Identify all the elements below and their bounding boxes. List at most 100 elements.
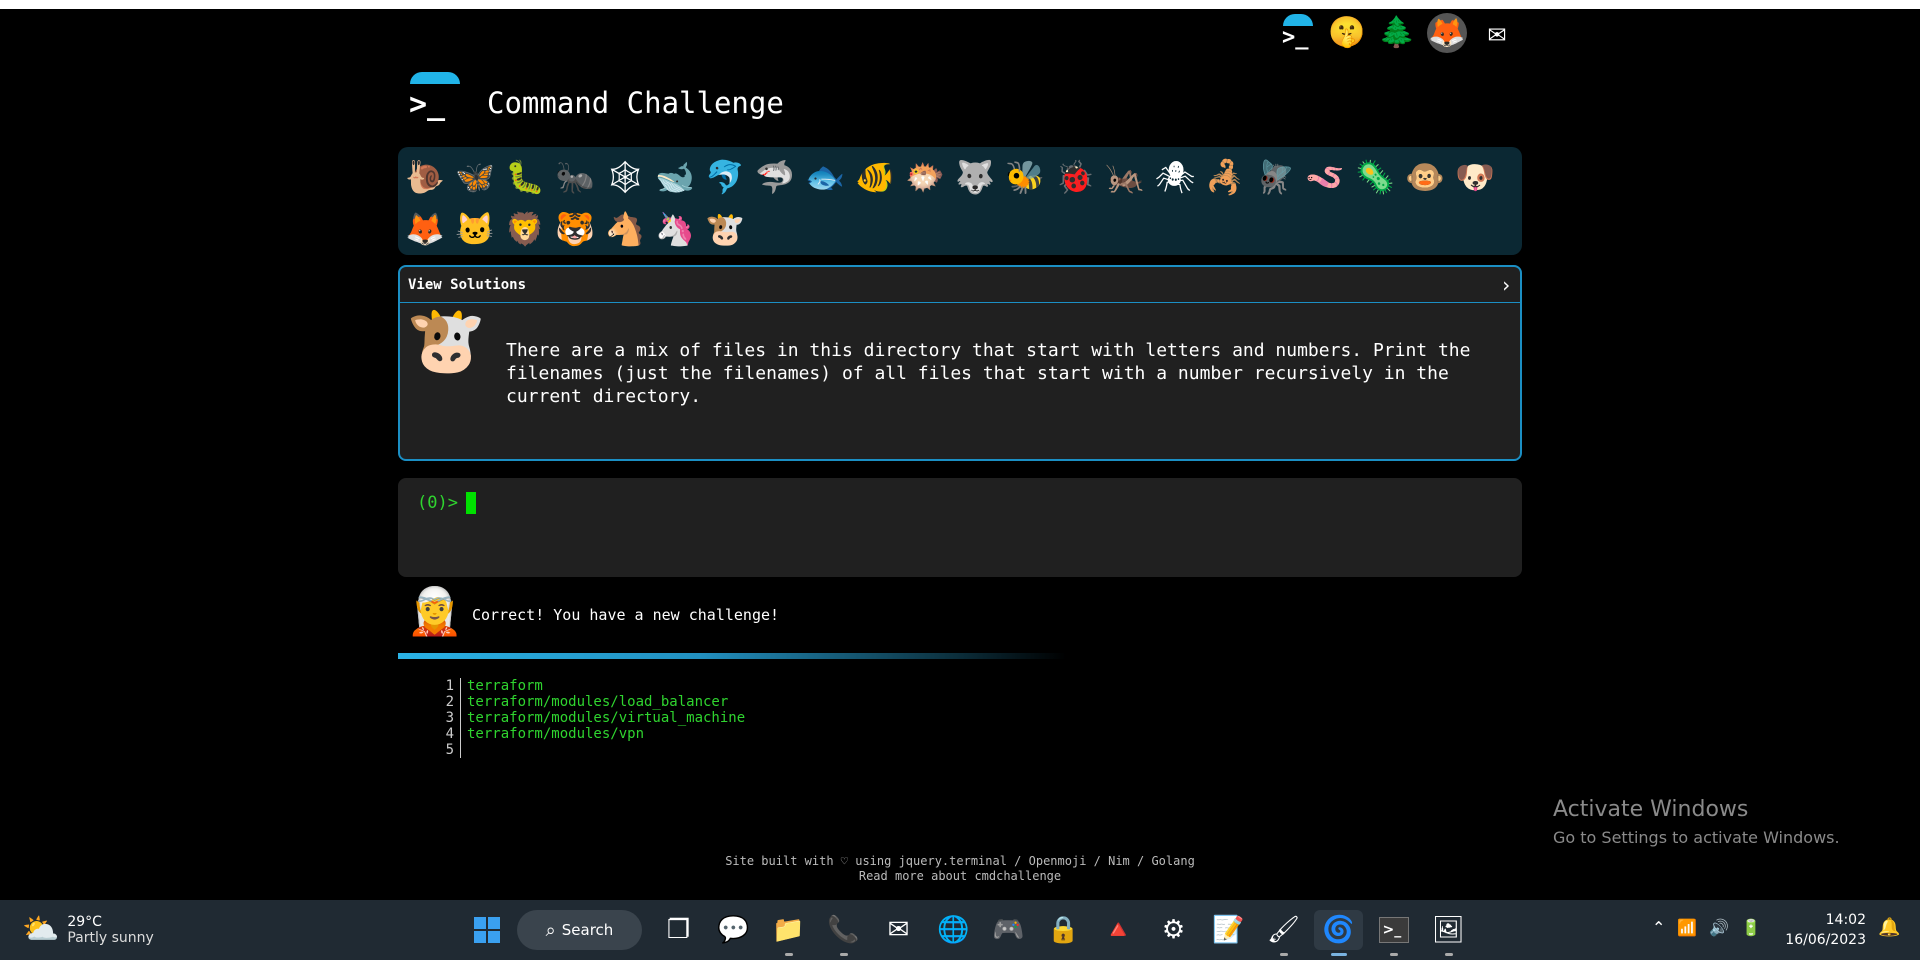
footer-credits[interactable]: Site built with ♡ using jquery.terminal … bbox=[660, 854, 1260, 869]
scorpion-icon[interactable]: 🦂 bbox=[1200, 151, 1250, 203]
running-indicator bbox=[1390, 953, 1398, 956]
output-line: 1 terraform bbox=[430, 678, 745, 694]
mail-app-button[interactable]: ✉ bbox=[874, 910, 923, 950]
mail-app-icon: ✉ bbox=[887, 915, 910, 945]
view-solutions-header[interactable]: View Solutions › bbox=[400, 267, 1520, 303]
terminal-app-button[interactable]: >_ bbox=[1369, 910, 1418, 956]
site-logo[interactable]: >_ bbox=[407, 72, 461, 124]
line-number: 3 bbox=[430, 710, 461, 726]
windows-logo-icon bbox=[473, 917, 500, 943]
cow-icon[interactable]: 🐮 bbox=[700, 203, 750, 255]
top-icon-bar: >_ 🤫 🌲 🦊 ✉ bbox=[1277, 13, 1517, 53]
weather-temp: 29°C bbox=[67, 913, 102, 930]
search-icon: ⌕ bbox=[545, 919, 556, 941]
monkey-icon[interactable]: 🐵 bbox=[1400, 151, 1450, 203]
tiger-icon[interactable]: 🐯 bbox=[550, 203, 600, 255]
terminal-prompt-icon: >_ bbox=[409, 87, 446, 122]
wifi-icon[interactable]: 📶 bbox=[1677, 918, 1697, 937]
notepad-button[interactable]: 📝 bbox=[1204, 910, 1253, 950]
edge-browser-button[interactable]: 🌀 bbox=[1314, 910, 1363, 956]
butterfly-icon[interactable]: 🦋 bbox=[450, 151, 500, 203]
chevron-right-icon[interactable]: › bbox=[1500, 273, 1512, 297]
fish-icon[interactable]: 🐟 bbox=[800, 151, 850, 203]
view-solutions-label: View Solutions bbox=[408, 276, 527, 293]
snail-icon[interactable]: 🐌 bbox=[400, 151, 450, 203]
whatsapp-button[interactable]: 📞 bbox=[819, 910, 868, 956]
task-view-icon: ❐ bbox=[666, 915, 691, 945]
caterpillar-icon[interactable]: 🐛 bbox=[500, 151, 550, 203]
clock-date: 16/06/2023 bbox=[1785, 932, 1866, 948]
tropical-fish-icon[interactable]: 🐠 bbox=[850, 151, 900, 203]
taskbar-search-button[interactable]: ⌕ Search bbox=[517, 910, 642, 950]
unicorn-icon[interactable]: 🦄 bbox=[650, 203, 700, 255]
cat-icon[interactable]: 🐱 bbox=[450, 203, 500, 255]
settings-app-button[interactable]: ⚙ bbox=[1149, 910, 1198, 950]
shark-icon[interactable]: 🦈 bbox=[750, 151, 800, 203]
line-number: 2 bbox=[430, 694, 461, 710]
cobweb-icon[interactable]: 🕸 bbox=[600, 151, 650, 203]
taskbar-clock[interactable]: 14:02 16/06/2023 bbox=[1780, 910, 1866, 950]
cricket-icon[interactable]: 🦗 bbox=[1100, 151, 1150, 203]
blowfish-icon[interactable]: 🐡 bbox=[900, 151, 950, 203]
fox-icon[interactable]: 🦊 bbox=[400, 203, 450, 255]
vlc-button[interactable]: 🔺 bbox=[1094, 910, 1143, 950]
paint-icon: 🖌 bbox=[1266, 915, 1300, 945]
terminal-cursor bbox=[466, 492, 476, 514]
progress-bar bbox=[398, 653, 1066, 659]
game-controller-button[interactable]: 🎮 bbox=[984, 910, 1033, 950]
globe-app-button[interactable]: 🌐 bbox=[929, 910, 978, 950]
photos-app-button[interactable]: 🖼 bbox=[1424, 910, 1473, 956]
output-text: terraform bbox=[467, 678, 543, 694]
running-indicator bbox=[785, 953, 793, 956]
output-line: 3 terraform/modules/virtual_machine bbox=[430, 710, 745, 726]
ladybug-icon[interactable]: 🐞 bbox=[1050, 151, 1100, 203]
bee-icon[interactable]: 🐝 bbox=[1000, 151, 1050, 203]
output-text: terraform/modules/vpn bbox=[467, 726, 645, 742]
file-explorer-icon: 📁 bbox=[772, 915, 805, 945]
notification-bell-icon[interactable]: 🔔 bbox=[1878, 917, 1900, 938]
tray-overflow-chevron-icon[interactable]: ⌃ bbox=[1652, 918, 1665, 937]
footer-read-more-link[interactable]: Read more about cmdchallenge bbox=[660, 869, 1260, 884]
horse-icon[interactable]: 🐴 bbox=[600, 203, 650, 255]
microbe-icon[interactable]: 🦠 bbox=[1350, 151, 1400, 203]
photos-app-icon: 🖼 bbox=[1431, 915, 1465, 945]
taskbar-apps: ⌕ Search ❐ 💬 📁 📞 ✉ 🌐 🎮 🔒 🔺 ⚙ 📝 🖌 🌀 >_ 🖼 bbox=[462, 910, 1473, 956]
shushing-face-icon[interactable]: 🤫 bbox=[1327, 13, 1367, 53]
lion-icon[interactable]: 🦁 bbox=[500, 203, 550, 255]
fly-icon[interactable]: 🪰 bbox=[1250, 151, 1300, 203]
password-manager-icon: 🔒 bbox=[1047, 915, 1080, 945]
mail-icon[interactable]: ✉ bbox=[1477, 13, 1517, 53]
task-view-button[interactable]: ❐ bbox=[654, 910, 703, 950]
command-output: 1 terraform 2 terraform/modules/load_balanc… bbox=[430, 678, 745, 758]
start-button[interactable] bbox=[462, 910, 511, 950]
wolf-icon[interactable]: 🐺 bbox=[950, 151, 1000, 203]
status-message: Correct! You have a new challenge! bbox=[472, 606, 780, 624]
running-indicator bbox=[1331, 953, 1347, 956]
password-manager-button[interactable]: 🔒 bbox=[1039, 910, 1088, 950]
terminal-input[interactable]: (0)> bbox=[398, 478, 1522, 577]
weather-widget[interactable]: ⛅ 29°C Partly sunny bbox=[22, 912, 154, 947]
running-indicator bbox=[1445, 953, 1453, 956]
dolphin-icon[interactable]: 🐬 bbox=[700, 151, 750, 203]
battery-icon[interactable]: 🔋 bbox=[1741, 918, 1761, 937]
terminal-logo-icon[interactable]: >_ bbox=[1277, 13, 1317, 53]
challenge-animal-bar: 🐌 🦋 🐛 🐜 🕸 🐋 🐬 🦈 🐟 🐠 🐡 🐺 🐝 🐞 🦗 🕷 🦂 🪰 🪱 🦠 🐵 🐶 🦊 🐱 🦁 🐯 🐴 🦄 🐮 bbox=[398, 147, 1522, 255]
dog-icon[interactable]: 🐶 bbox=[1450, 151, 1500, 203]
ant-icon[interactable]: 🐜 bbox=[550, 151, 600, 203]
teams-chat-button[interactable]: 💬 bbox=[709, 910, 758, 950]
edge-browser-icon: 🌀 bbox=[1322, 915, 1355, 945]
gitlab-fox-icon[interactable]: 🦊 bbox=[1427, 13, 1467, 53]
whale-icon[interactable]: 🐋 bbox=[650, 151, 700, 203]
volume-icon[interactable]: 🔊 bbox=[1709, 918, 1729, 937]
worm-icon[interactable]: 🪱 bbox=[1300, 151, 1350, 203]
notepad-icon: 📝 bbox=[1212, 915, 1245, 945]
terminal-app-icon: >_ bbox=[1378, 917, 1409, 943]
spider-icon[interactable]: 🕷 bbox=[1150, 151, 1200, 203]
line-number: 1 bbox=[430, 678, 461, 694]
line-number: 4 bbox=[430, 726, 461, 742]
system-tray: ⌃ 📶 🔊 🔋 bbox=[1652, 918, 1761, 937]
output-text: terraform/modules/load_balancer bbox=[467, 694, 729, 710]
paint-button[interactable]: 🖌 bbox=[1259, 910, 1308, 956]
file-explorer-button[interactable]: 📁 bbox=[764, 910, 813, 956]
tree-icon[interactable]: 🌲 bbox=[1377, 13, 1417, 53]
